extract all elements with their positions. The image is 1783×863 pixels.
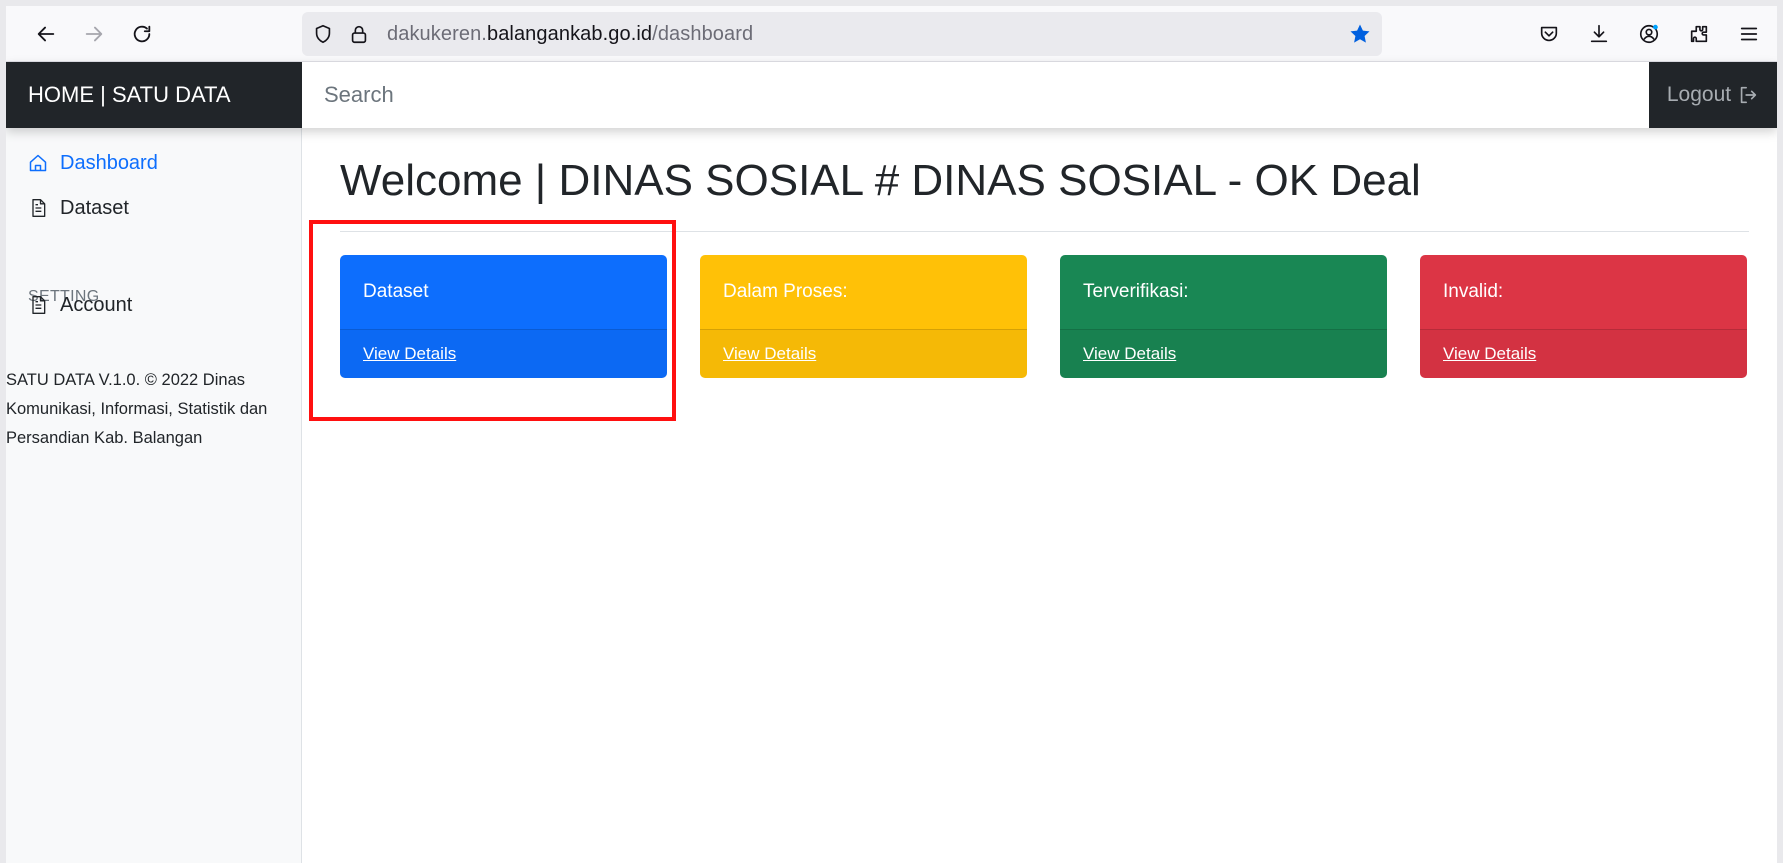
reload-icon[interactable] xyxy=(124,16,160,52)
sidebar: Dashboard Dataset SETTING Account SATU D… xyxy=(6,128,302,863)
page-title: Welcome | DINAS SOSIAL # DINAS SOSIAL - … xyxy=(340,156,1421,205)
house-icon xyxy=(29,154,47,172)
view-details-link[interactable]: View Details xyxy=(363,344,456,364)
download-icon[interactable] xyxy=(1583,18,1615,50)
url-prefix: dakukeren. xyxy=(387,23,487,45)
back-icon[interactable] xyxy=(28,16,64,52)
sidebar-footer: SATU DATA V.1.0. © 2022 Dinas Komunikasi… xyxy=(6,371,268,447)
view-details-link[interactable]: View Details xyxy=(1083,344,1176,364)
search-input[interactable] xyxy=(302,62,1649,128)
browser-window: dakukeren.balangankab.go.id/dashboard HO… xyxy=(6,6,1777,863)
main-content: Welcome | DINAS SOSIAL # DINAS SOSIAL - … xyxy=(302,128,1777,863)
card-dalam-proses: Dalam Proses: View Details xyxy=(700,255,1027,378)
pocket-icon[interactable] xyxy=(1533,18,1565,50)
app-header: HOME | SATU DATA Logout xyxy=(6,62,1777,128)
sidebar-item-dashboard[interactable]: Dashboard xyxy=(28,148,158,178)
sidebar-item-dataset[interactable]: Dataset xyxy=(28,193,129,223)
card-invalid: Invalid: View Details xyxy=(1420,255,1747,378)
url-path: /dashboard xyxy=(652,23,754,45)
url-text[interactable]: dakukeren.balangankab.go.id/dashboard xyxy=(387,23,753,46)
card-label: Dalam Proses: xyxy=(723,281,848,302)
sidebar-item-account[interactable]: Account xyxy=(28,290,132,320)
file-text-icon xyxy=(32,296,46,314)
account-icon[interactable] xyxy=(1633,18,1665,50)
brand-link[interactable]: HOME | SATU DATA xyxy=(6,62,302,128)
forward-icon[interactable] xyxy=(76,16,112,52)
card-footer: View Details xyxy=(340,329,667,378)
sidebar-item-label: Dashboard xyxy=(60,151,158,174)
lock-icon[interactable] xyxy=(348,23,370,45)
card-label: Terverifikasi: xyxy=(1083,281,1189,302)
card-footer: View Details xyxy=(1060,329,1387,378)
shield-icon[interactable] xyxy=(312,23,334,45)
url-host: balangankab.go.id xyxy=(486,23,653,45)
card-label: Invalid: xyxy=(1443,281,1504,302)
logout-label: Logout xyxy=(1666,83,1732,106)
menu-icon[interactable] xyxy=(1733,18,1765,50)
file-text-icon xyxy=(32,199,46,217)
logout-button[interactable]: Logout xyxy=(1649,62,1777,128)
sidebar-item-label: Account xyxy=(60,293,133,316)
view-details-link[interactable]: View Details xyxy=(1443,344,1536,364)
card-terverifikasi: Terverifikasi: View Details xyxy=(1060,255,1387,378)
card-footer: View Details xyxy=(1420,329,1747,378)
card-footer: View Details xyxy=(700,329,1027,378)
bookmark-star-icon[interactable] xyxy=(1348,22,1372,46)
address-bar[interactable]: dakukeren.balangankab.go.id/dashboard xyxy=(302,12,1382,56)
sidebar-item-label: Dataset xyxy=(60,196,129,219)
view-details-link[interactable]: View Details xyxy=(723,344,816,364)
title-divider xyxy=(340,231,1749,232)
card-label: Dataset xyxy=(363,281,429,302)
extensions-icon[interactable] xyxy=(1683,18,1715,50)
card-dataset: Dataset View Details xyxy=(340,255,667,378)
logout-icon xyxy=(1740,86,1757,104)
browser-toolbar: dakukeren.balangankab.go.id/dashboard xyxy=(6,6,1777,62)
